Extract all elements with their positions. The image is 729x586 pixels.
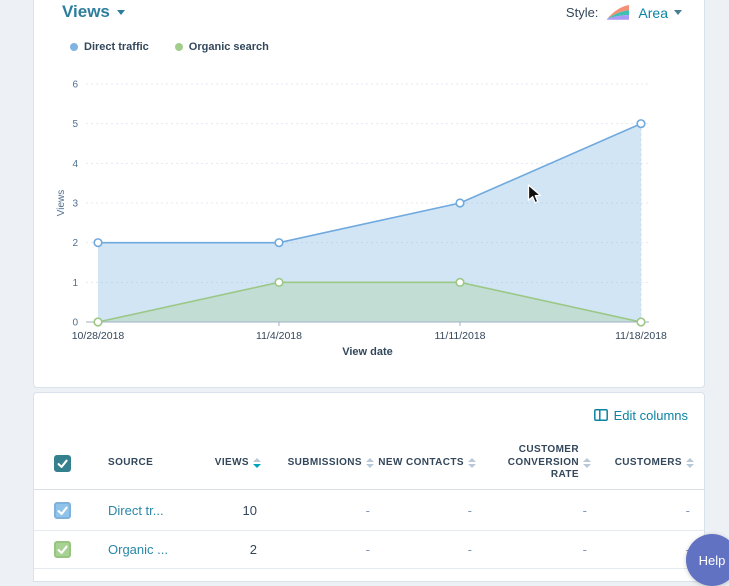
data-point (94, 239, 102, 247)
svg-text:View date: View date (342, 346, 393, 358)
svg-text:4: 4 (72, 159, 78, 170)
legend-dot-green (175, 43, 183, 51)
column-header-label: SOURCE (108, 457, 153, 470)
legend-label: Direct traffic (84, 41, 149, 53)
sort-icon[interactable] (686, 458, 694, 468)
sort-icon[interactable] (366, 458, 374, 468)
svg-text:6: 6 (72, 80, 78, 91)
column-header-label: CUSTOMER CONVERSION RATE (478, 444, 579, 482)
svg-text:11/18/2018: 11/18/2018 (615, 330, 667, 342)
table-toolbar: Edit columns (34, 393, 704, 437)
data-point (456, 199, 464, 207)
edit-columns-button[interactable]: Edit columns (594, 408, 688, 423)
column-header-customers[interactable]: CUSTOMERS (593, 457, 696, 470)
check-icon (56, 457, 69, 470)
table-cell-views: 10 (204, 503, 263, 518)
help-button[interactable]: Help (686, 534, 729, 586)
source-link[interactable]: Organic ... (108, 542, 168, 557)
svg-text:Views: Views (56, 190, 67, 217)
data-point (275, 239, 283, 247)
column-header-customer_conversion_rate[interactable]: CUSTOMER CONVERSION RATE (478, 444, 593, 482)
data-point (637, 318, 645, 326)
chart-legend: Direct traffic Organic search (70, 41, 269, 53)
data-point (456, 279, 464, 287)
select-all-checkbox[interactable] (54, 455, 71, 472)
column-header-label: NEW CONTACTS (378, 457, 464, 470)
sort-icon[interactable] (583, 458, 591, 468)
table-body: Direct tr...10----Organic ...2---- (34, 490, 704, 569)
page-title: Views (62, 2, 110, 22)
column-header-label: SUBMISSIONS (288, 457, 362, 470)
table-cell-submissions: - (263, 542, 376, 557)
row-checkbox[interactable] (54, 541, 71, 558)
column-header-source: SOURCE (90, 457, 204, 470)
check-icon (56, 543, 69, 556)
data-table-card: Edit columns SOURCE VIEWS SUBMISSIONS NEW C… (33, 392, 705, 582)
legend-item-organic-search[interactable]: Organic search (175, 41, 269, 53)
column-header-new_contacts[interactable]: NEW CONTACTS (376, 457, 478, 470)
source-link[interactable]: Direct tr... (108, 503, 164, 518)
style-label: Style: (566, 5, 599, 20)
row-select-cell (34, 502, 90, 519)
sort-icon[interactable] (468, 458, 476, 468)
select-all-cell (34, 455, 90, 472)
table-cell-new_contacts: - (376, 503, 478, 518)
table-cell-source: Organic ... (90, 542, 204, 557)
table-cell-new_contacts: - (376, 542, 478, 557)
report-page: { "chart_card": { "title": "Views", "sty… (0, 0, 729, 575)
table-cell-submissions: - (263, 503, 376, 518)
svg-text:11/4/2018: 11/4/2018 (256, 330, 302, 342)
svg-text:2: 2 (72, 238, 78, 249)
chevron-down-icon (674, 10, 682, 15)
legend-dot-blue (70, 43, 78, 51)
area-style-icon (606, 4, 630, 21)
legend-label: Organic search (189, 41, 269, 53)
row-checkbox[interactable] (54, 502, 71, 519)
chevron-down-icon (117, 10, 125, 15)
table-cell-source: Direct tr... (90, 503, 204, 518)
data-point (637, 120, 645, 128)
svg-text:11/11/2018: 11/11/2018 (435, 330, 486, 342)
table-cell-customer_conversion_rate: - (478, 542, 593, 557)
data-point (94, 318, 102, 326)
help-button-label: Help (699, 553, 726, 568)
chart-style-control: Style: Area (566, 4, 682, 21)
check-icon (56, 504, 69, 517)
svg-text:3: 3 (72, 199, 78, 210)
table-header-row: SOURCE VIEWS SUBMISSIONS NEW CONTACTS CUSTOM… (34, 437, 704, 490)
legend-item-direct-traffic[interactable]: Direct traffic (70, 41, 149, 53)
table-cell-views: 2 (204, 542, 263, 557)
column-header-label: VIEWS (215, 457, 249, 470)
table-cell-customers: - (593, 503, 696, 518)
chart-card: 0 1 2 3 4 5 6 Views 10/28/2018 11/4/2018 11/11/201… (33, 0, 705, 388)
row-select-cell (34, 541, 90, 558)
column-header-label: CUSTOMERS (615, 457, 682, 470)
style-value: Area (638, 5, 668, 21)
sort-icon[interactable] (253, 458, 261, 468)
table-cell-customers: - (593, 542, 696, 557)
svg-text:5: 5 (72, 119, 78, 130)
column-header-views[interactable]: VIEWS (204, 457, 263, 470)
edit-columns-label: Edit columns (614, 408, 688, 423)
table-row: Organic ...2---- (34, 531, 704, 569)
table-cell-customer_conversion_rate: - (478, 503, 593, 518)
data-point (275, 279, 283, 287)
column-header-submissions[interactable]: SUBMISSIONS (263, 457, 376, 470)
table-row: Direct tr...10---- (34, 490, 704, 531)
area-chart: 0 1 2 3 4 5 6 Views 10/28/2018 11/4/2018 11/11/201… (34, 0, 706, 389)
style-dropdown[interactable]: Area (638, 5, 682, 21)
views-metric-dropdown[interactable]: Views (62, 2, 125, 22)
svg-text:10/28/2018: 10/28/2018 (72, 330, 125, 342)
columns-icon (594, 409, 608, 421)
svg-text:1: 1 (72, 278, 78, 289)
svg-text:0: 0 (72, 318, 78, 329)
